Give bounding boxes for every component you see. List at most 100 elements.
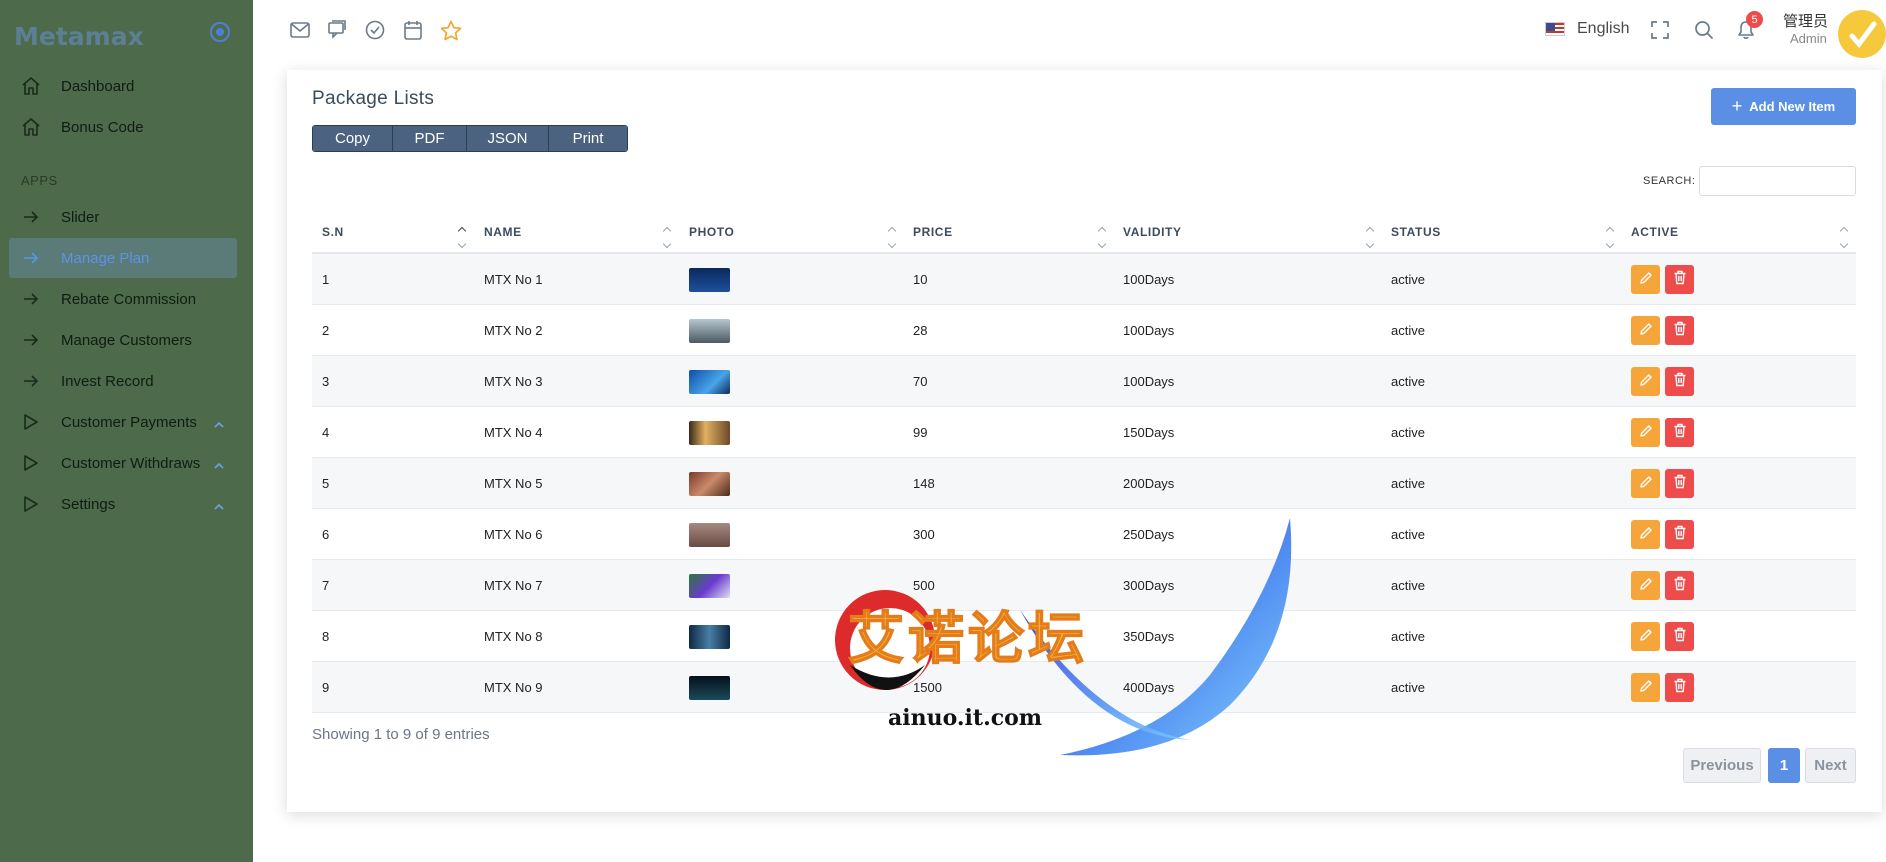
cell-validity: 150Days: [1123, 425, 1175, 440]
table-row: 5 MTX No 5 148 200Days active: [312, 458, 1856, 509]
package-photo: [689, 370, 730, 394]
delete-button[interactable]: [1665, 265, 1694, 294]
table-row: 9 MTX No 9 1500 400Days active: [312, 662, 1856, 713]
notification-badge: 5: [1746, 11, 1763, 28]
copy-button[interactable]: Copy: [313, 126, 393, 151]
column-header-status[interactable]: STATUS: [1391, 225, 1441, 239]
edit-button[interactable]: [1631, 571, 1660, 600]
mail-icon[interactable]: [288, 18, 312, 42]
cell-validity: 200Days: [1123, 476, 1175, 491]
delete-button[interactable]: [1665, 673, 1694, 702]
edit-button[interactable]: [1631, 418, 1660, 447]
chat-icon[interactable]: [325, 18, 349, 42]
star-icon[interactable]: [439, 18, 463, 42]
edit-button[interactable]: [1631, 316, 1660, 345]
sidebar-item-dashboard[interactable]: Dashboard: [9, 66, 237, 106]
cell-status: active: [1391, 680, 1425, 695]
language-selector[interactable]: English: [1545, 16, 1629, 42]
cell-validity: 400Days: [1123, 680, 1175, 695]
sort-icon[interactable]: [1840, 226, 1850, 250]
delete-button[interactable]: [1665, 316, 1694, 345]
sidebar-item-invest-record[interactable]: Invest Record: [9, 361, 237, 401]
sidebar-item-rebate-commission[interactable]: Rebate Commission: [9, 279, 237, 319]
column-header-active[interactable]: ACTIVE: [1631, 225, 1679, 239]
package-photo: [689, 319, 730, 343]
sidebar-item-slider[interactable]: Slider: [9, 197, 237, 237]
package-photo: [689, 676, 730, 700]
json-button[interactable]: JSON: [467, 126, 549, 151]
edit-button[interactable]: [1631, 265, 1660, 294]
cell-status: active: [1391, 476, 1425, 491]
sidebar-item-label: Customer Withdraws: [61, 454, 201, 472]
search-icon[interactable]: [1692, 18, 1716, 42]
sidebar-item-customer-payments[interactable]: Customer Payments: [9, 402, 237, 442]
column-header-validity[interactable]: VALIDITY: [1123, 225, 1182, 239]
edit-button[interactable]: [1631, 520, 1660, 549]
edit-button[interactable]: [1631, 673, 1660, 702]
sidebar-item-label: Slider: [61, 208, 100, 226]
chevron-up-icon: [213, 416, 225, 428]
previous-page-button[interactable]: Previous: [1683, 748, 1761, 783]
arrow-right-icon: [20, 370, 42, 392]
pencil-icon: [1639, 372, 1653, 391]
sort-icon[interactable]: [458, 226, 468, 250]
check-circle-icon[interactable]: [363, 18, 387, 42]
delete-button[interactable]: [1665, 367, 1694, 396]
sidebar-item-manage-plan[interactable]: Manage Plan: [9, 238, 237, 278]
sidebar-item-label: Invest Record: [61, 372, 154, 390]
column-header-sn[interactable]: S.N: [322, 225, 344, 239]
sidebar-item-manage-customers[interactable]: Manage Customers: [9, 320, 237, 360]
cell-validity: 250Days: [1123, 527, 1175, 542]
sort-icon[interactable]: [663, 226, 673, 250]
search-label: SEARCH:: [1643, 175, 1696, 187]
sort-icon[interactable]: [1098, 226, 1108, 250]
delete-button[interactable]: [1665, 571, 1694, 600]
package-photo: [689, 574, 730, 598]
next-page-button[interactable]: Next: [1805, 748, 1856, 783]
cell-name: MTX No 2: [484, 323, 543, 338]
edit-button[interactable]: [1631, 367, 1660, 396]
brand-logo[interactable]: Metamax: [14, 22, 144, 51]
arrow-right-icon: [20, 206, 42, 228]
triangle-right-icon: [20, 452, 42, 474]
trash-icon: [1673, 372, 1687, 391]
column-header-photo[interactable]: PHOTO: [689, 225, 734, 239]
trash-icon: [1673, 576, 1687, 595]
add-new-item-button[interactable]: + Add New Item: [1711, 88, 1856, 125]
sort-icon[interactable]: [1366, 226, 1376, 250]
fullscreen-icon[interactable]: [1648, 18, 1672, 42]
sort-icon[interactable]: [888, 226, 898, 250]
sidebar-item-customer-withdraws[interactable]: Customer Withdraws: [9, 443, 237, 483]
pencil-icon: [1639, 576, 1653, 595]
column-header-name[interactable]: NAME: [484, 225, 522, 239]
cell-name: MTX No 7: [484, 578, 543, 593]
cell-status: active: [1391, 272, 1425, 287]
user-name[interactable]: 管理员: [1783, 10, 1828, 31]
table-row: 1 MTX No 1 10 100Days active: [312, 254, 1856, 305]
sidebar-item-label: Manage Customers: [61, 331, 192, 349]
sidebar-item-label: Settings: [61, 495, 116, 513]
sidebar-item-bonus-code[interactable]: Bonus Code: [9, 107, 237, 147]
calendar-icon[interactable]: [401, 18, 425, 42]
column-header-price[interactable]: PRICE: [913, 225, 953, 239]
edit-button[interactable]: [1631, 622, 1660, 651]
delete-button[interactable]: [1665, 469, 1694, 498]
avatar[interactable]: [1838, 10, 1886, 58]
sidebar-toggle-icon[interactable]: [210, 22, 230, 42]
edit-button[interactable]: [1631, 469, 1660, 498]
sidebar-item-settings[interactable]: Settings: [9, 484, 237, 524]
page-1-button[interactable]: 1: [1768, 748, 1800, 783]
delete-button[interactable]: [1665, 520, 1694, 549]
pdf-button[interactable]: PDF: [393, 126, 467, 151]
sidebar-item-label: Bonus Code: [61, 118, 144, 136]
print-button[interactable]: Print: [549, 126, 627, 151]
cell-validity: 350Days: [1123, 629, 1175, 644]
sort-icon[interactable]: [1606, 226, 1616, 250]
delete-button[interactable]: [1665, 622, 1694, 651]
search-input[interactable]: [1699, 166, 1856, 196]
cell-price: 148: [913, 476, 935, 491]
table-row: 7 MTX No 7 500 300Days active: [312, 560, 1856, 611]
pencil-icon: [1639, 423, 1653, 442]
table-row: 2 MTX No 2 28 100Days active: [312, 305, 1856, 356]
delete-button[interactable]: [1665, 418, 1694, 447]
